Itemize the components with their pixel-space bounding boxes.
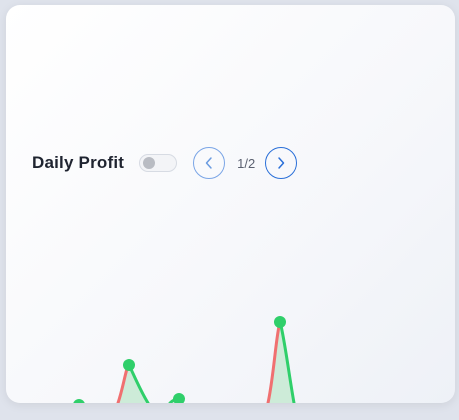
profit-chart [73,316,296,403]
data-point[interactable] [73,399,85,403]
data-point[interactable] [274,316,286,328]
data-point[interactable] [123,359,135,371]
chart-area-fill [268,322,294,403]
daily-profit-card: Daily Profit 1/2 [6,5,455,403]
data-point[interactable] [173,393,185,403]
